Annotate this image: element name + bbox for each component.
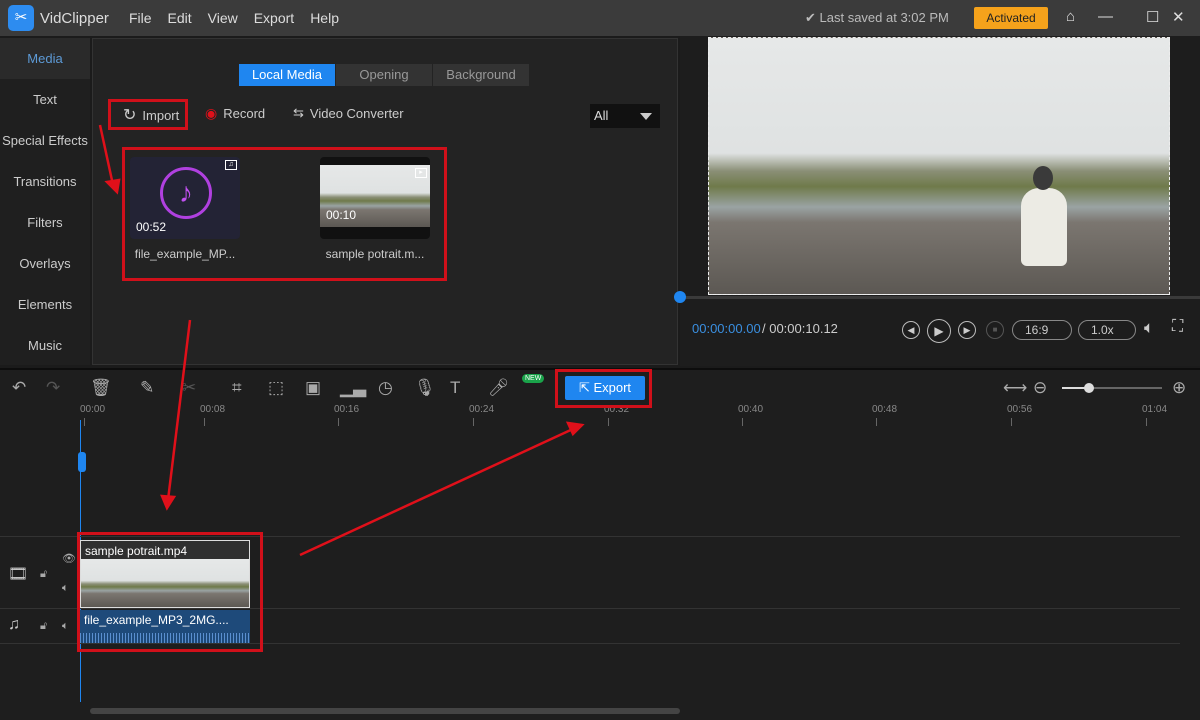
- arrow-head: [565, 421, 585, 437]
- arrow-head: [160, 494, 177, 511]
- arrow-to-export: [299, 426, 576, 557]
- annotation-arrows: [98, 124, 585, 557]
- arrow-to-media: [98, 124, 115, 186]
- arrow-head: [104, 178, 121, 195]
- arrow-to-timeline: [166, 319, 192, 501]
